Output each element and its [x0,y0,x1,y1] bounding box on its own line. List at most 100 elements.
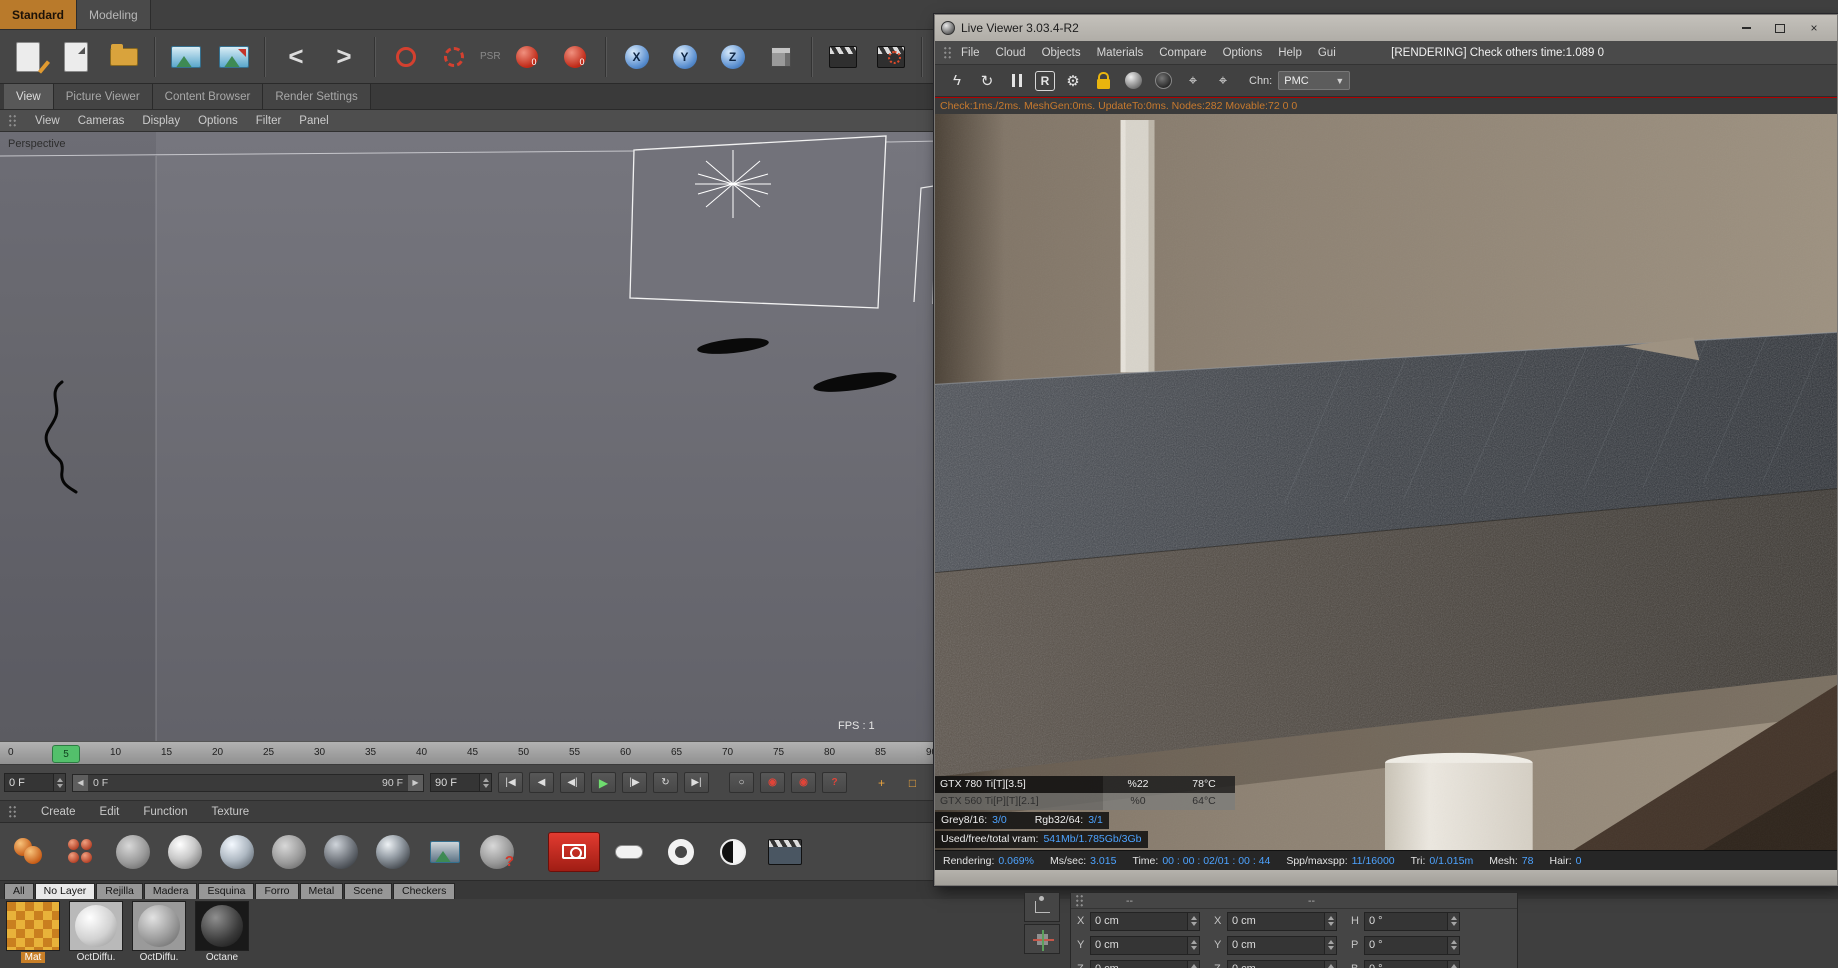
stepper[interactable] [1448,959,1460,968]
stepper[interactable] [1325,911,1337,931]
pos-z-field[interactable] [1090,959,1200,968]
help-button[interactable]: ? [822,772,847,793]
move-tool-icon[interactable]: 0 [505,34,549,80]
menu-function[interactable]: Function [143,806,187,818]
layer-tab-rejilla[interactable]: Rejilla [96,883,143,899]
shader-ball-metal-icon[interactable] [370,828,416,876]
rot-b-field[interactable] [1364,959,1460,968]
load-image-icon[interactable] [164,34,208,80]
menu-gui[interactable]: Gui [1311,47,1343,59]
stepper[interactable] [1448,911,1460,931]
octane-render-button[interactable] [548,831,600,872]
viewport-camera-label[interactable]: Perspective [8,138,65,150]
material-preview[interactable] [69,901,123,951]
render-view[interactable]: GTX 780 Ti[T][3.5] %22 78°C GTX 560 Ti[P… [935,114,1837,850]
menu-panel[interactable]: Panel [299,115,328,127]
redo-icon[interactable]: > [322,34,366,80]
menu-objects[interactable]: Objects [1035,47,1088,59]
layer-tab-esquina[interactable]: Esquina [198,883,255,899]
undo-icon[interactable]: < [274,34,318,80]
focus-picker-icon[interactable]: ⌖ [1181,69,1205,93]
menu-texture[interactable]: Texture [211,806,249,818]
key-position-icon[interactable]: + [869,772,894,793]
shader-ball-glossy-icon[interactable] [162,828,208,876]
layer-tab-forro[interactable]: Forro [255,883,299,899]
menu-options[interactable]: Options [198,115,238,127]
material-preview[interactable] [195,901,249,951]
minimize-button[interactable] [1729,18,1763,38]
play-button[interactable]: ▶ [591,772,616,793]
maximize-button[interactable] [1763,18,1797,38]
pos-x-field[interactable] [1090,911,1200,931]
lasso-selection-icon[interactable] [432,34,476,80]
menu-help[interactable]: Help [1271,47,1309,59]
document-edit-icon[interactable] [6,34,51,80]
size-x-input[interactable] [1227,911,1325,931]
material-thumb-octane[interactable]: Octane [195,901,249,968]
help-shader-icon[interactable]: ? [474,828,520,876]
pos-z-input[interactable] [1090,959,1188,968]
position-header[interactable]: -- [1126,895,1133,907]
tab-picture-viewer[interactable]: Picture Viewer [53,84,153,109]
current-frame-marker[interactable]: 5 [52,745,80,763]
tab-view[interactable]: View [4,84,54,109]
layer-tab-all[interactable]: All [4,883,34,899]
range-right-grip[interactable]: ▶ [408,774,423,791]
rot-h-input[interactable] [1364,911,1448,931]
material-thumb-octdiffu-2[interactable]: OctDiffu. [132,901,186,968]
size-x-field[interactable] [1227,911,1337,931]
frame-start-stepper[interactable] [54,773,66,792]
material-thumb-mat[interactable]: Mat [6,901,60,968]
workplane-button[interactable] [1024,892,1060,922]
bitmap-shader-icon[interactable] [422,828,468,876]
frame-start-input[interactable] [4,773,54,792]
size-y-field[interactable] [1227,935,1337,955]
material-manager-icon[interactable] [6,828,52,876]
stepper[interactable] [1325,959,1337,968]
rot-b-input[interactable] [1364,959,1448,968]
tab-content-browser[interactable]: Content Browser [152,84,264,109]
axis-y-button[interactable]: Y [663,34,707,80]
rot-h-field[interactable] [1364,911,1460,931]
window-titlebar[interactable]: Live Viewer 3.03.4-R2 × [935,15,1837,41]
layout-tab-standard[interactable]: Standard [0,0,78,29]
rotate-tool-icon[interactable]: 0 [553,34,597,80]
menu-cloud[interactable]: Cloud [989,47,1033,59]
region-render-icon[interactable]: R [1035,70,1055,91]
autokey-button[interactable]: ◉ [791,772,816,793]
layer-tab-metal[interactable]: Metal [299,883,344,899]
render-settings-icon[interactable] [869,34,913,80]
rot-p-input[interactable] [1364,935,1448,955]
size-header[interactable]: -- [1308,895,1315,907]
ring-button[interactable] [658,828,704,876]
axis-z-button[interactable]: Z [711,34,755,80]
restart-render-icon[interactable]: ϟ [945,69,969,93]
stepper[interactable] [1448,935,1460,955]
pause-icon[interactable] [1005,69,1029,93]
material-preview[interactable] [6,901,60,951]
stepper[interactable] [1188,959,1200,968]
pos-y-field[interactable] [1090,935,1200,955]
drag-handle-icon[interactable] [8,805,17,818]
axis-mode-button[interactable] [1024,924,1060,954]
live-selection-icon[interactable] [384,34,428,80]
background-icon[interactable] [1151,69,1175,93]
menu-display[interactable]: Display [142,115,180,127]
stepper[interactable] [1188,911,1200,931]
prev-frame-button[interactable]: ◀| [560,772,585,793]
document-export-icon[interactable] [54,34,98,80]
pos-x-input[interactable] [1090,911,1188,931]
frame-end-field[interactable] [430,773,492,792]
refresh-icon[interactable]: ↻ [975,69,999,93]
key-scale-icon[interactable]: □ [900,772,925,793]
simulation-icon[interactable]: ○ [729,772,754,793]
loop-playback-button[interactable]: ↻ [653,772,678,793]
preview-range-slider[interactable]: ◀ 0 F 90 F ▶ [72,773,424,792]
stepper[interactable] [1325,935,1337,955]
layout-tab-modeling[interactable]: Modeling [77,0,151,29]
layer-tab-no-layer[interactable]: No Layer [34,883,96,899]
material-ball-icon[interactable] [1121,69,1145,93]
layer-tab-checkers[interactable]: Checkers [393,883,456,899]
clapboard-icon[interactable] [762,828,808,876]
shader-ball-dark-icon[interactable] [318,828,364,876]
